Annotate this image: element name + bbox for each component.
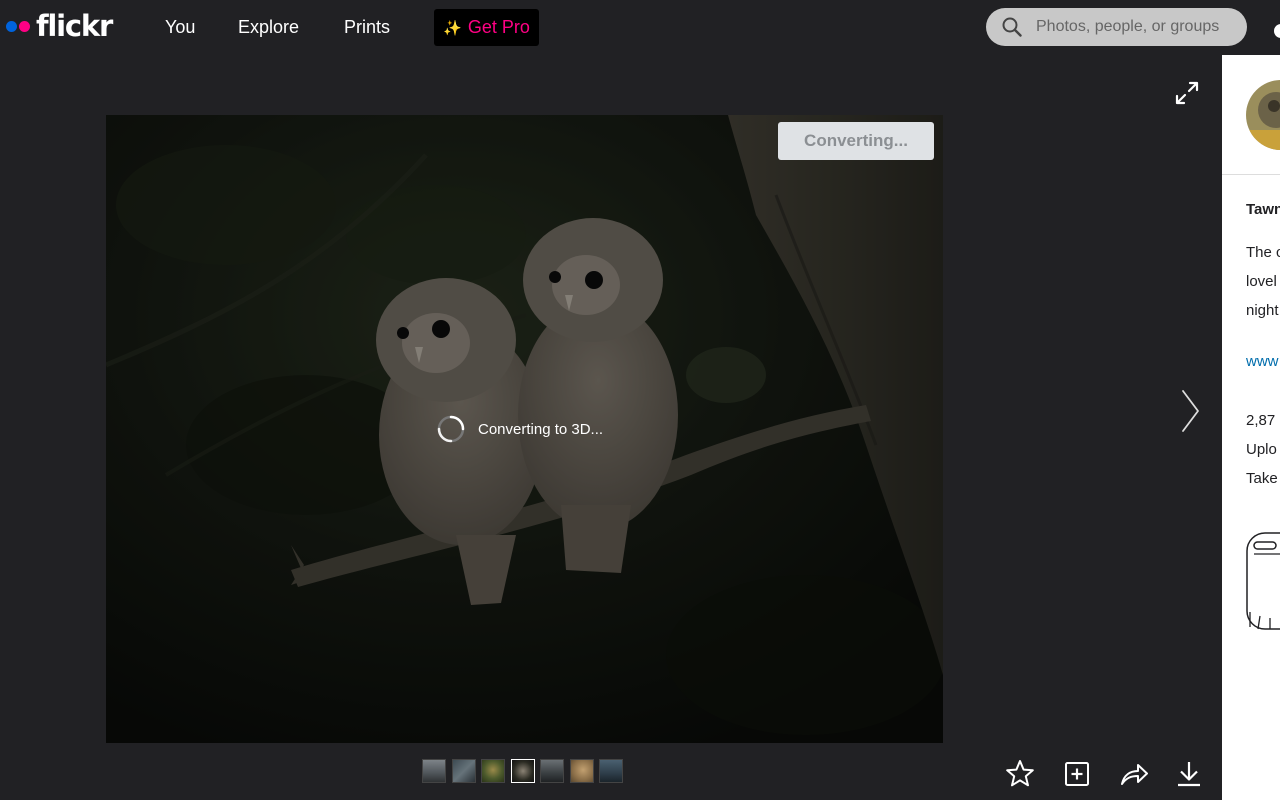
add-to-gallery-icon[interactable] (1061, 758, 1093, 790)
description-line: night (1246, 302, 1279, 319)
logo-blue-dot (6, 20, 17, 32)
favorite-star-icon[interactable] (1004, 758, 1036, 790)
sparkles-icon: ✨ (443, 19, 462, 37)
search-icon (1002, 17, 1022, 37)
search-input[interactable] (1036, 18, 1236, 36)
taken-date: Take (1246, 470, 1278, 487)
photo-title: Tawn (1246, 201, 1280, 218)
uploaded-date: Uplo (1246, 441, 1277, 458)
filmstrip-thumbnail[interactable] (599, 759, 623, 783)
filmstrip-thumbnail[interactable] (540, 759, 564, 783)
share-arrow-icon[interactable] (1118, 758, 1150, 790)
get-pro-label: Get Pro (467, 17, 530, 37)
camera-illustration-icon (1246, 532, 1280, 630)
logo-wordmark: flickr (36, 9, 113, 43)
logo-pink-dot (19, 20, 30, 32)
convert-3d-button[interactable]: Converting... (778, 122, 934, 160)
owner-avatar[interactable] (1246, 80, 1280, 150)
photo-stats: 2,87 Uplo Take (1246, 406, 1278, 493)
conversion-status-text: Converting to 3D... (478, 420, 604, 438)
description-line: The c (1246, 244, 1280, 261)
loading-spinner-icon (437, 415, 465, 443)
top-navigation-bar: flickr You Explore Prints ✨ Get Pro (0, 0, 1280, 54)
filmstrip-thumbnail-active[interactable] (510, 759, 535, 783)
download-icon[interactable] (1173, 758, 1205, 790)
views-count: 2,87 (1246, 412, 1276, 429)
photo-info-panel: Tawn The c lovel night www 2,87 Uplo Tak… (1222, 55, 1280, 800)
filmstrip-thumbnail[interactable] (451, 759, 476, 783)
search-box[interactable] (986, 8, 1247, 46)
nav-prints[interactable]: Prints (344, 16, 390, 38)
filmstrip-thumbnail[interactable] (569, 759, 594, 783)
nav-explore[interactable]: Explore (238, 16, 299, 38)
fullscreen-icon[interactable] (1172, 78, 1202, 108)
photostream-filmstrip (422, 759, 629, 783)
flickr-logo[interactable]: flickr (6, 8, 113, 44)
nav-you[interactable]: You (165, 16, 195, 38)
filmstrip-thumbnail[interactable] (481, 759, 505, 783)
next-photo-chevron-icon[interactable] (1178, 388, 1204, 434)
filmstrip-thumbnail[interactable] (422, 759, 446, 783)
get-pro-button[interactable]: ✨ Get Pro (434, 9, 539, 46)
description-link[interactable]: www (1246, 353, 1279, 370)
panel-divider (1222, 174, 1280, 175)
photo-description: The c lovel night (1246, 238, 1280, 325)
conversion-status: Converting to 3D... (436, 414, 603, 444)
description-line: lovel (1246, 273, 1277, 290)
user-avatar[interactable] (1274, 24, 1280, 38)
